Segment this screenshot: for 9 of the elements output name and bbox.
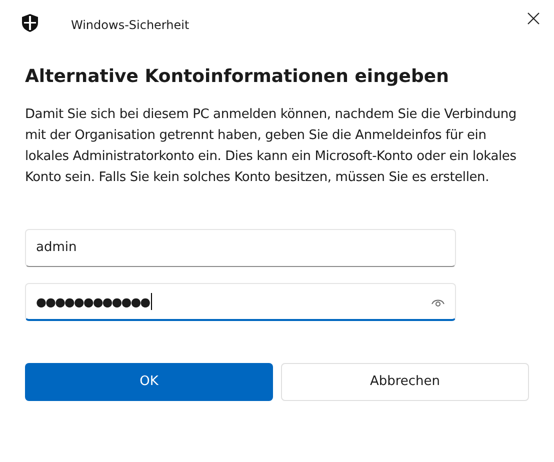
window-title: Windows-Sicherheit: [71, 17, 190, 34]
cancel-button[interactable]: Abbrechen: [281, 363, 529, 401]
shield-icon: [22, 14, 38, 32]
dialog-heading: Alternative Kontoinformationen eingeben: [25, 65, 450, 89]
ok-button[interactable]: OK: [25, 363, 273, 401]
description-text: Damit Sie sich bei diesem PC anmelden können, nachdem Sie die Verbindung mit der Organisation getrennt haben, geben Sie die Anmeldeinfos für ein lokales Administratorkonto ein. Dies kann ein Microsoft-Konto oder ein lokales Konto sein. Falls Sie kein solches Konto besitzen, müssen Sie es erstellen.: [25, 106, 518, 187]
password-field[interactable]: ●●●●●●●●●●●●: [25, 283, 456, 321]
close-icon[interactable]: [527, 12, 540, 25]
username-field[interactable]: admin: [25, 229, 456, 267]
